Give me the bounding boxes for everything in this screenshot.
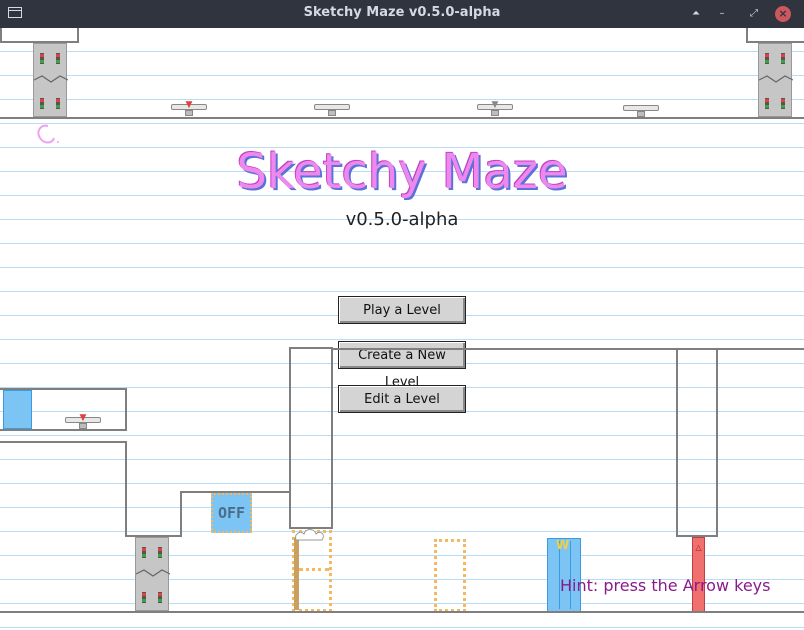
wall [125,388,127,431]
floor-line [0,117,804,119]
hint-text: Hint: press the Arrow keys [560,576,771,595]
ladder-rung [299,568,329,571]
pressure-button [314,104,350,116]
edit-level-button[interactable]: Edit a Level [338,385,466,413]
pressure-button: ▼ [477,101,513,116]
wall [125,441,127,537]
pillar-wall [289,347,333,529]
level-canvas[interactable]: ▼ ▼ Sketchy Maze v0.5.0-alpha Play a Lev… [0,28,804,630]
ground-line [0,611,804,613]
elevator [33,43,68,117]
game-window: Sketchy Maze v0.5.0-alpha ⏶ – ⤢ × ▼ ▼ Sk… [0,0,804,630]
title-bar[interactable]: Sketchy Maze v0.5.0-alpha ⏶ – ⤢ × [0,0,804,28]
ladder-rail [294,538,299,610]
pressure-button [623,105,659,117]
pressure-button: ▼ [65,414,101,429]
cloud-icon [295,529,324,541]
off-switch: OFF [211,493,252,533]
game-title: Sketchy Maze [236,144,568,200]
player-character-icon: W [556,538,570,552]
wall [180,491,182,537]
wall [0,429,127,431]
elevator [758,43,793,117]
create-level-button[interactable]: Create a New Level [338,341,466,390]
red-door: △ [692,537,705,612]
elevator [135,537,170,611]
wall [331,348,677,350]
maximize-button[interactable]: ⤢ [745,5,763,23]
version-label: v0.5.0-alpha [345,209,459,230]
wall [716,348,804,350]
window-title: Sketchy Maze v0.5.0-alpha [303,5,501,20]
shade-button[interactable]: ⏶ [687,5,705,23]
wall [0,28,2,42]
pressure-button: ▼ [171,101,207,116]
dotted-door [434,539,466,612]
wall [77,28,79,43]
wall [0,441,127,443]
blue-door [3,390,32,429]
play-level-button[interactable]: Play a Level [338,296,466,324]
close-button[interactable]: × [775,6,791,22]
minimize-button[interactable]: – [713,5,731,23]
pillar-wall [676,348,718,537]
